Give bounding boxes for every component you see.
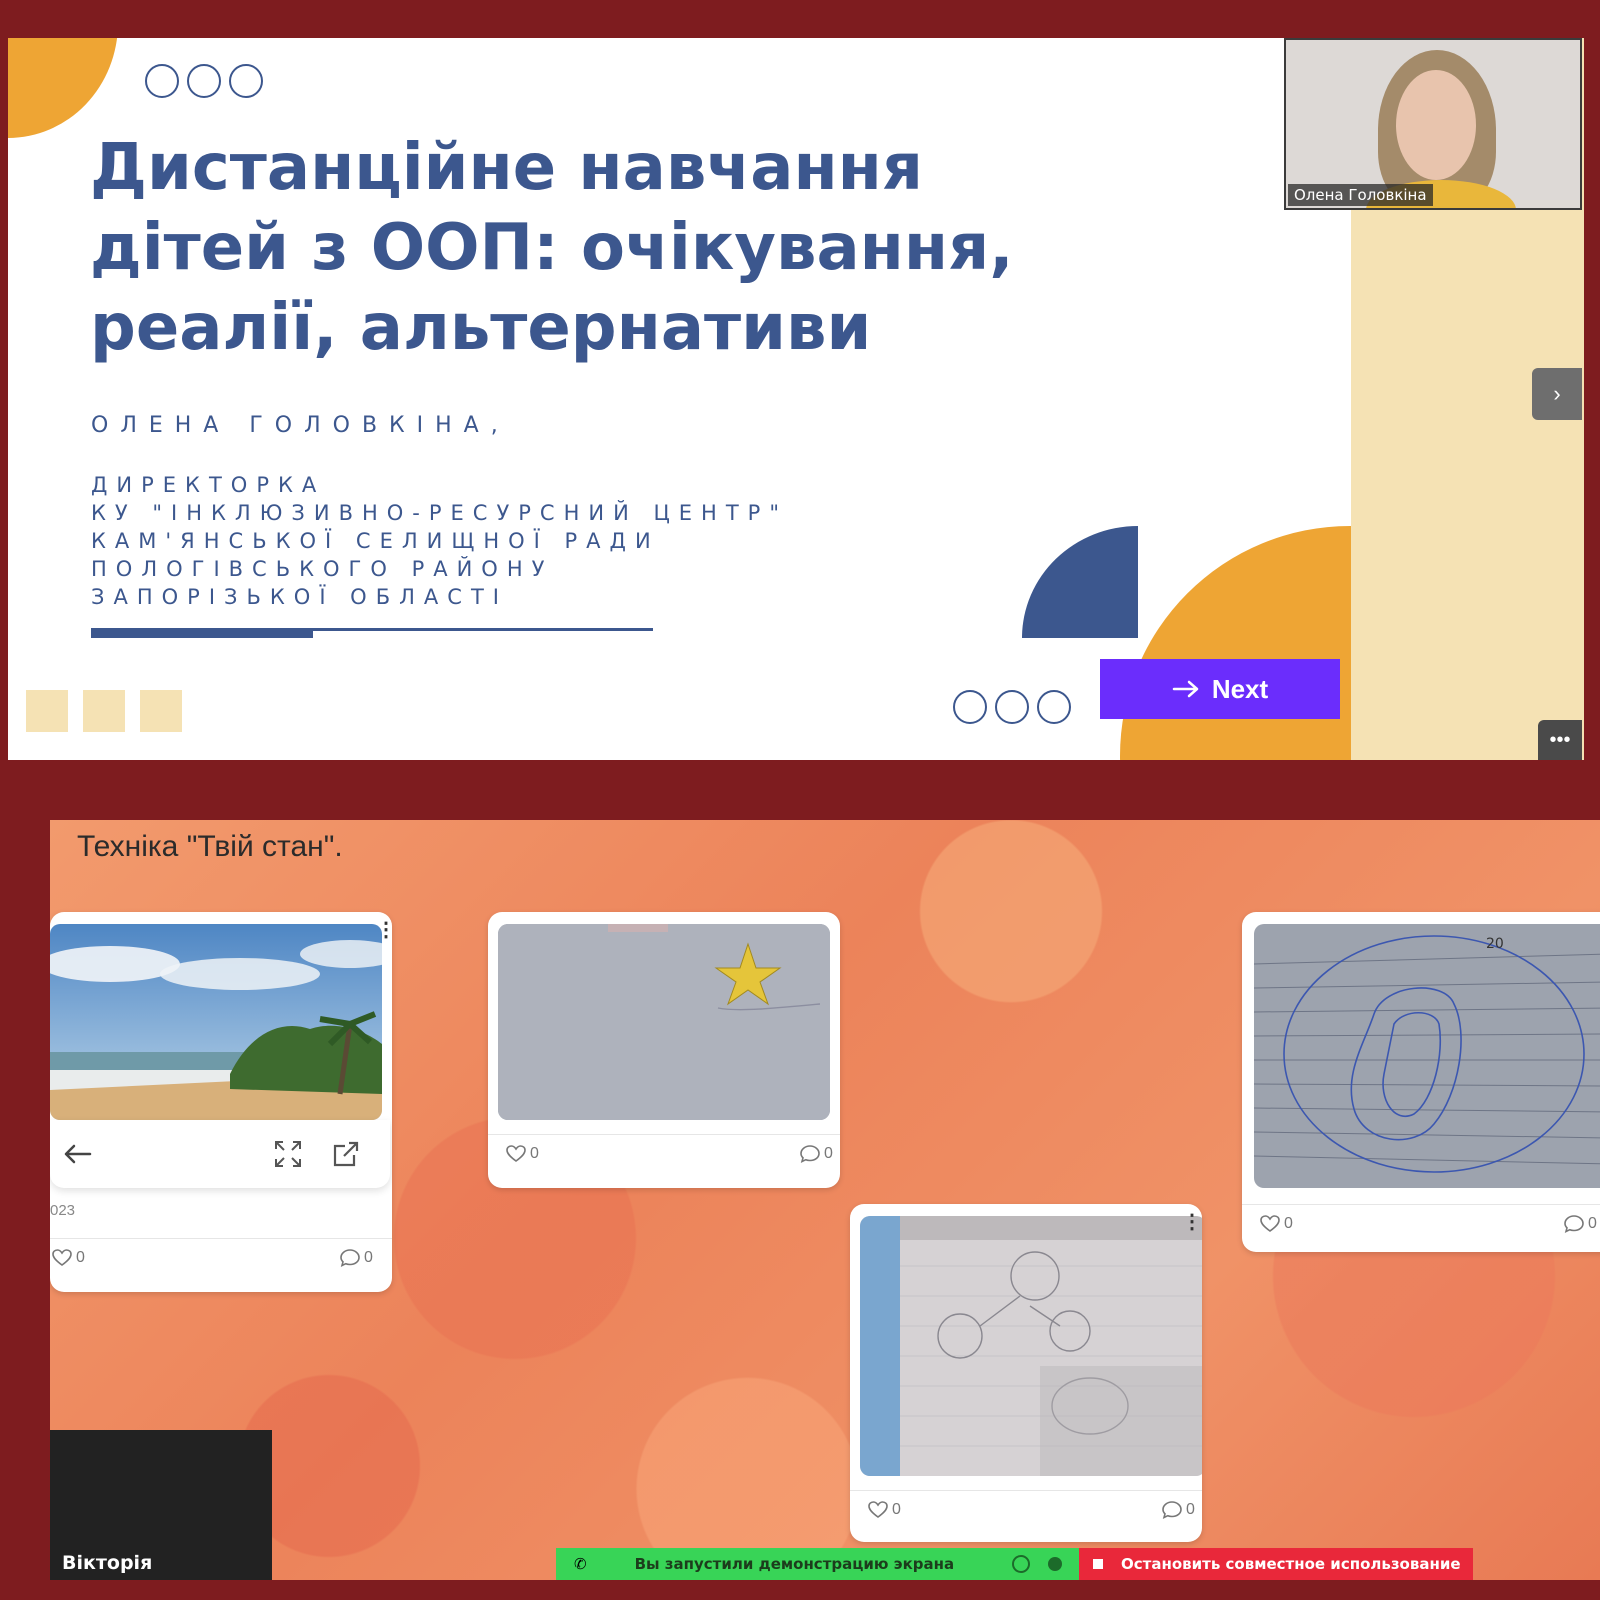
title-line: дітей з ООП: очікування, [90, 211, 1014, 285]
comment-count: 0 [824, 1145, 833, 1162]
like-button[interactable]: 0 [1260, 1215, 1293, 1233]
slide-title: Дистанційне навчання дітей з ООП: очікув… [90, 128, 1050, 368]
ring-icon [1037, 690, 1071, 724]
comment-button[interactable]: 0 [1162, 1501, 1195, 1519]
like-button[interactable]: 0 [868, 1501, 901, 1519]
comment-icon [1564, 1215, 1584, 1233]
share-status-bar: ✆ Вы запустили демонстрацию экрана [556, 1548, 1079, 1580]
screen-share-area: Дистанційне навчання дітей з ООП: очікув… [8, 38, 1584, 760]
org-line: ЗАПОРІЗЬКОЇ ОБЛАСТІ [91, 585, 508, 609]
ring-icon [229, 64, 263, 98]
post-footer: 0 0 [488, 1134, 840, 1175]
post-date: 023 [50, 1202, 76, 1219]
shield-icon [1048, 1557, 1063, 1571]
heart-icon [1260, 1215, 1280, 1232]
post-footer: 0 0 [1242, 1204, 1600, 1245]
post-card[interactable]: ⋮ 0 0 [850, 1204, 1202, 1542]
comment-icon [340, 1249, 360, 1267]
stop-share-label: Остановить совместное использование [1121, 1555, 1461, 1573]
heart-icon [868, 1501, 888, 1518]
next-button[interactable]: Next [1100, 659, 1340, 719]
post-footer: 0 0 [50, 1238, 392, 1279]
comment-button[interactable]: 0 [1564, 1215, 1597, 1233]
participant-tile[interactable]: Вікторія [50, 1430, 272, 1580]
org-line: КАМ'ЯНСЬКОЇ СЕЛИЩНОЇ РАДИ [91, 529, 660, 553]
comment-icon [800, 1145, 820, 1163]
decor-rings-top [145, 64, 263, 98]
fullscreen-icon[interactable] [274, 1140, 302, 1168]
star-drawing-photo [498, 924, 830, 1120]
participant-name: Олена Головкіна [1288, 184, 1433, 206]
decor-blue-quarter [1022, 526, 1138, 638]
kebab-menu-icon[interactable]: ⋮ [376, 920, 392, 940]
comment-button[interactable]: 0 [340, 1249, 373, 1267]
open-external-icon[interactable] [332, 1140, 360, 1168]
more-options-button[interactable]: ••• [1538, 720, 1582, 760]
kebab-menu-icon[interactable]: ⋮ [822, 920, 840, 940]
slide-author: ОЛЕНА ГОЛОВКІНА, [91, 413, 510, 438]
heart-icon [506, 1145, 526, 1162]
next-button-label: Next [1211, 673, 1269, 704]
title-line: реалії, альтернативи [90, 291, 872, 365]
decor-squares [26, 690, 182, 732]
comment-icon [1162, 1501, 1182, 1519]
comment-count: 0 [1186, 1501, 1195, 1518]
like-count: 0 [76, 1249, 85, 1266]
info-icon[interactable] [1012, 1555, 1031, 1573]
divider-accent [91, 628, 313, 638]
square-decor [140, 690, 182, 732]
kebab-menu-icon[interactable]: ⋮ [1182, 1212, 1202, 1232]
square-decor [26, 690, 68, 732]
comment-count: 0 [364, 1249, 373, 1266]
slide: Дистанційне навчання дітей з ООП: очікув… [8, 38, 1351, 760]
post-image [50, 924, 382, 1120]
participant-tile-name: Вікторія [62, 1552, 153, 1574]
image-toolbar [50, 1120, 390, 1188]
post-image [498, 924, 830, 1120]
pencil-sketch-photo [860, 1216, 1202, 1476]
org-line: КУ "ІНКЛЮЗИВНО-РЕСУРСНИЙ ЦЕНТР" [91, 501, 788, 525]
like-button[interactable]: 0 [506, 1145, 539, 1163]
pen-drawing-photo: 20 [1254, 924, 1600, 1188]
decor-orange-circle-br [1120, 526, 1351, 760]
post-image [860, 1216, 1202, 1476]
ring-icon [995, 690, 1029, 724]
slide-organization: ДИРЕКТОРКА КУ "ІНКЛЮЗИВНО-РЕСУРСНИЙ ЦЕНТ… [91, 471, 788, 611]
svg-text:20: 20 [1486, 936, 1504, 952]
decor-rings-bottom [953, 690, 1071, 724]
arrow-left-icon[interactable] [62, 1144, 92, 1164]
org-line: ДИРЕКТОРКА [91, 473, 326, 497]
arrow-right-icon [1172, 680, 1199, 698]
ring-icon [187, 64, 221, 98]
share-status-text: Вы запустили демонстрацию экрана [634, 1555, 955, 1573]
board-heading: Техніка "Твій стан". [77, 830, 343, 863]
post-footer: 0 0 [850, 1490, 1202, 1531]
square-decor [83, 690, 125, 732]
org-line: ПОЛОГІВСЬКОГО РАЙОНУ [91, 557, 554, 581]
stop-share-button[interactable]: Остановить совместное использование [1079, 1548, 1473, 1580]
post-card[interactable]: ⋮ 023 0 0 [50, 912, 392, 1292]
like-count: 0 [1284, 1215, 1293, 1232]
stop-icon [1093, 1559, 1103, 1569]
participant-face [1396, 70, 1476, 180]
post-card[interactable]: 20 0 0 [1242, 912, 1600, 1252]
like-button[interactable]: 0 [52, 1249, 85, 1267]
comment-button[interactable]: 0 [800, 1145, 833, 1163]
board: Техніка "Твій стан". ⋮ 023 0 0 ⋮ 0 0 0 0… [50, 820, 1600, 1580]
chevron-right-icon[interactable]: › [1532, 368, 1582, 420]
like-count: 0 [530, 1145, 539, 1162]
beach-photo [50, 924, 382, 1120]
comment-count: 0 [1588, 1215, 1597, 1232]
title-line: Дистанційне навчання [90, 131, 923, 205]
post-card[interactable]: ⋮ 0 0 [488, 912, 840, 1188]
ring-icon [145, 64, 179, 98]
participant-video[interactable]: Олена Головкіна [1284, 38, 1582, 210]
ring-icon [953, 690, 987, 724]
decor-orange-circle [8, 38, 118, 138]
phone-icon: ✆ [574, 1556, 587, 1573]
like-count: 0 [892, 1501, 901, 1518]
heart-icon [52, 1249, 72, 1266]
post-image: 20 [1254, 924, 1600, 1188]
